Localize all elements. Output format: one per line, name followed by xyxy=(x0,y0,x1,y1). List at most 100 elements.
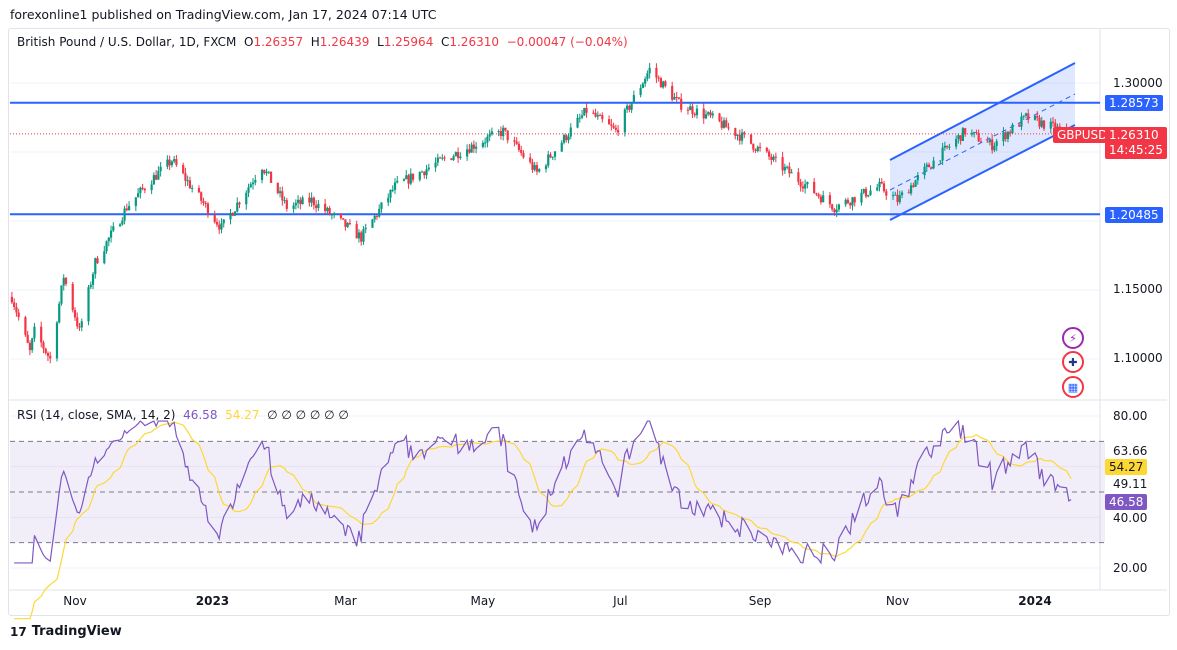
candle-body xyxy=(380,202,382,208)
candle-body xyxy=(876,187,878,190)
candle-body xyxy=(962,128,964,141)
candle-body xyxy=(24,317,26,335)
candle-body xyxy=(245,193,247,205)
rsi-title[interactable]: RSI (14, close, SMA, 14, 2) xyxy=(17,408,175,422)
candle-body xyxy=(833,209,835,212)
us-flag-icon[interactable]: ▦ xyxy=(1062,376,1084,398)
candle-body xyxy=(42,342,44,348)
candle-body xyxy=(40,327,42,343)
tradingview-logo[interactable]: 𝟭𝟳TradingView xyxy=(10,624,122,639)
candle-body xyxy=(87,287,89,321)
candle-body xyxy=(331,215,333,216)
candle-body xyxy=(581,115,583,117)
candle-body xyxy=(946,146,948,147)
candle-body xyxy=(13,302,15,307)
candle-body xyxy=(804,184,806,188)
candle-body xyxy=(788,167,790,174)
candle-body xyxy=(292,205,294,209)
candle-body xyxy=(72,284,74,310)
candle-body xyxy=(928,165,930,168)
candle-body xyxy=(441,158,443,159)
candle-body xyxy=(96,258,98,263)
candle-body xyxy=(800,182,802,187)
candle-body xyxy=(547,154,549,165)
rsi-tick-upper: 63.66 xyxy=(1113,444,1147,458)
candle-body xyxy=(878,182,880,187)
candle-body xyxy=(47,353,49,356)
candle-body xyxy=(930,167,932,168)
candle-body xyxy=(387,198,389,203)
rsi-value: 46.58 xyxy=(183,408,217,422)
candle-body xyxy=(867,195,869,196)
low-value: 1.25964 xyxy=(384,35,434,49)
candle-body xyxy=(750,134,752,143)
candle-body xyxy=(439,158,441,159)
candle-body xyxy=(739,135,741,141)
time-label: Sep xyxy=(749,594,772,608)
candle-body xyxy=(831,204,833,209)
time-label: May xyxy=(470,594,495,608)
candle-body xyxy=(912,185,914,187)
candle-body xyxy=(443,158,445,159)
candle-body xyxy=(128,206,130,210)
candle-body xyxy=(29,343,31,350)
candle-body xyxy=(299,200,301,204)
rsi-tick-mid: 49.11 xyxy=(1113,477,1147,491)
candle-body xyxy=(534,165,536,170)
candle-body xyxy=(993,146,995,150)
candle-body xyxy=(718,114,720,122)
candle-body xyxy=(561,143,563,152)
uk-flag-icon[interactable]: ✚ xyxy=(1062,351,1084,373)
candle-body xyxy=(250,184,252,187)
candle-body xyxy=(324,204,326,211)
candle-body xyxy=(376,216,378,217)
candle-body xyxy=(565,135,567,140)
candle-body xyxy=(286,200,288,209)
symbol-name[interactable]: British Pound / U.S. Dollar, 1D, FXCM xyxy=(17,35,236,49)
candle-body xyxy=(676,97,678,98)
candle-body xyxy=(344,219,346,226)
candle-body xyxy=(975,132,977,133)
candle-body xyxy=(65,278,67,284)
rsi-tick: 80.00 xyxy=(1113,409,1147,423)
candle-body xyxy=(450,158,452,159)
symbol-tag: GBPUSD xyxy=(1053,127,1111,143)
candle-body xyxy=(633,95,635,103)
candle-body xyxy=(813,182,815,193)
candle-body xyxy=(1025,113,1027,115)
candle-body xyxy=(302,198,304,205)
candle-body xyxy=(910,185,912,193)
candle-body xyxy=(671,86,673,100)
candle-body xyxy=(721,121,723,128)
candle-body xyxy=(419,172,421,180)
candle-body xyxy=(1027,113,1029,119)
channel-fill xyxy=(890,63,1075,220)
change-value: −0.00047 (−0.04%) xyxy=(507,35,628,49)
lightning-icon[interactable]: ⚡ xyxy=(1062,327,1084,349)
candle-body xyxy=(658,78,660,79)
candle-body xyxy=(531,162,533,170)
chart-canvas[interactable]: Nov2023MarMayJulSepNov2024 xyxy=(0,0,1177,650)
symbol-legend: British Pound / U.S. Dollar, 1D, FXCM O1… xyxy=(17,35,628,49)
candle-body xyxy=(277,183,279,193)
candle-body xyxy=(254,180,256,183)
candle-body xyxy=(56,322,58,358)
candle-body xyxy=(955,139,957,147)
candle-body xyxy=(836,210,838,213)
candle-body xyxy=(896,195,898,202)
candle-body xyxy=(768,151,770,156)
lower-level-tag: 1.20485 xyxy=(1105,207,1163,223)
candle-body xyxy=(1005,132,1007,139)
candle-body xyxy=(815,193,817,194)
candle-body xyxy=(191,188,193,189)
candle-body xyxy=(92,274,94,285)
candle-body xyxy=(295,203,297,206)
candle-body xyxy=(437,158,439,163)
candle-body xyxy=(362,229,364,242)
candle-body xyxy=(610,124,612,125)
candle-body xyxy=(202,201,204,203)
candle-body xyxy=(687,110,689,111)
time-label: 2023 xyxy=(196,594,229,608)
candle-body xyxy=(791,172,793,173)
candle-body xyxy=(989,139,991,142)
